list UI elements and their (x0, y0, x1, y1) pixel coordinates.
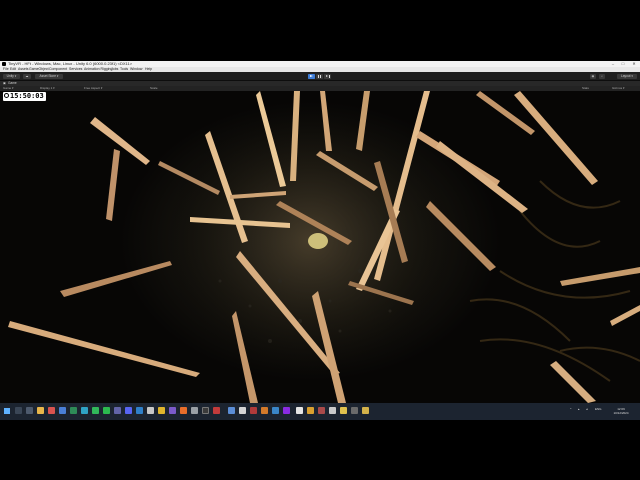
layout-dropdown[interactable]: Layout ▾ (617, 73, 637, 79)
unity-logo-icon (2, 62, 6, 66)
spotify-icon[interactable] (103, 407, 110, 414)
volume-icon[interactable]: ◂ (586, 407, 588, 411)
letterbox-bottom (0, 420, 640, 480)
clock-icon (4, 92, 9, 98)
play-button[interactable] (308, 73, 315, 79)
teams-icon[interactable] (114, 407, 121, 414)
timer-value: 15:50:03 (10, 92, 44, 100)
recording-timer: 15:50:03 (3, 92, 46, 101)
whatsapp-icon[interactable] (92, 407, 99, 414)
playmode-controls (308, 73, 332, 79)
app-icon-2[interactable] (169, 407, 176, 414)
clock-display[interactable]: 12:09 10/12/2024 (610, 407, 632, 415)
main-toolbar: Unity ▾ ☁ Asset Store ▾ ◉ ⌕ Layout ▾ (0, 72, 640, 81)
search-icon[interactable]: ⌕ (599, 73, 605, 79)
excel-icon[interactable] (70, 407, 77, 414)
app-icon-13[interactable] (329, 407, 336, 414)
store-icon[interactable] (59, 407, 66, 414)
discord-icon[interactable] (125, 407, 132, 414)
app-icon-1[interactable] (147, 407, 154, 414)
collab-icon[interactable]: ◉ (590, 73, 596, 79)
glowing-stone (308, 233, 328, 249)
step-button[interactable] (324, 73, 331, 79)
pause-button[interactable] (316, 73, 323, 79)
mail-icon[interactable] (48, 407, 55, 414)
network-icon[interactable]: ▴ (578, 407, 580, 411)
app-icon-12[interactable] (318, 407, 325, 414)
chrome-icon[interactable] (158, 407, 165, 414)
app-icon-10[interactable] (283, 407, 290, 414)
play-icon (310, 74, 313, 77)
explorer-icon[interactable] (37, 407, 44, 414)
windows-start-icon[interactable] (4, 408, 10, 414)
unity-taskbar-icon[interactable] (296, 407, 303, 414)
app-icon-7[interactable] (250, 407, 257, 414)
tray-date: 10/12/2024 (613, 411, 629, 415)
app-icon-4[interactable] (213, 407, 220, 414)
app-icon-9[interactable] (272, 407, 279, 414)
game-viewport[interactable]: 15:50:03 (0, 91, 640, 403)
night-grass-scene (0, 91, 640, 403)
app-icon-14[interactable] (340, 407, 347, 414)
letterbox-top (0, 0, 640, 61)
vscode-icon[interactable] (136, 407, 143, 414)
app-icon-6[interactable] (239, 407, 246, 414)
app-icon-16[interactable] (362, 407, 369, 414)
windows-taskbar: ^ ▴ ◂ ENG 12:09 10/12/2024 (0, 403, 640, 420)
app-icon-11[interactable] (307, 407, 314, 414)
asset-store-dropdown[interactable]: Asset Store ▾ (35, 73, 63, 79)
account-dropdown[interactable]: Unity ▾ (3, 73, 20, 79)
cloud-button[interactable]: ☁ (23, 73, 31, 79)
obs-icon[interactable] (202, 407, 209, 414)
app-icon-15[interactable] (351, 407, 358, 414)
search-icon[interactable] (15, 407, 22, 414)
language-indicator[interactable]: ENG (595, 407, 602, 411)
unity-editor-window: TinyVR - HFt - Windows, Mac, Linux - Uni… (0, 61, 640, 420)
app-icon-5[interactable] (228, 407, 235, 414)
app-icon-8[interactable] (261, 407, 268, 414)
edge-icon[interactable] (81, 407, 88, 414)
tray-chevron-icon[interactable]: ^ (570, 407, 571, 411)
firefox-icon[interactable] (180, 407, 187, 414)
app-icon-3[interactable] (191, 407, 198, 414)
task-view-icon[interactable] (26, 407, 33, 414)
